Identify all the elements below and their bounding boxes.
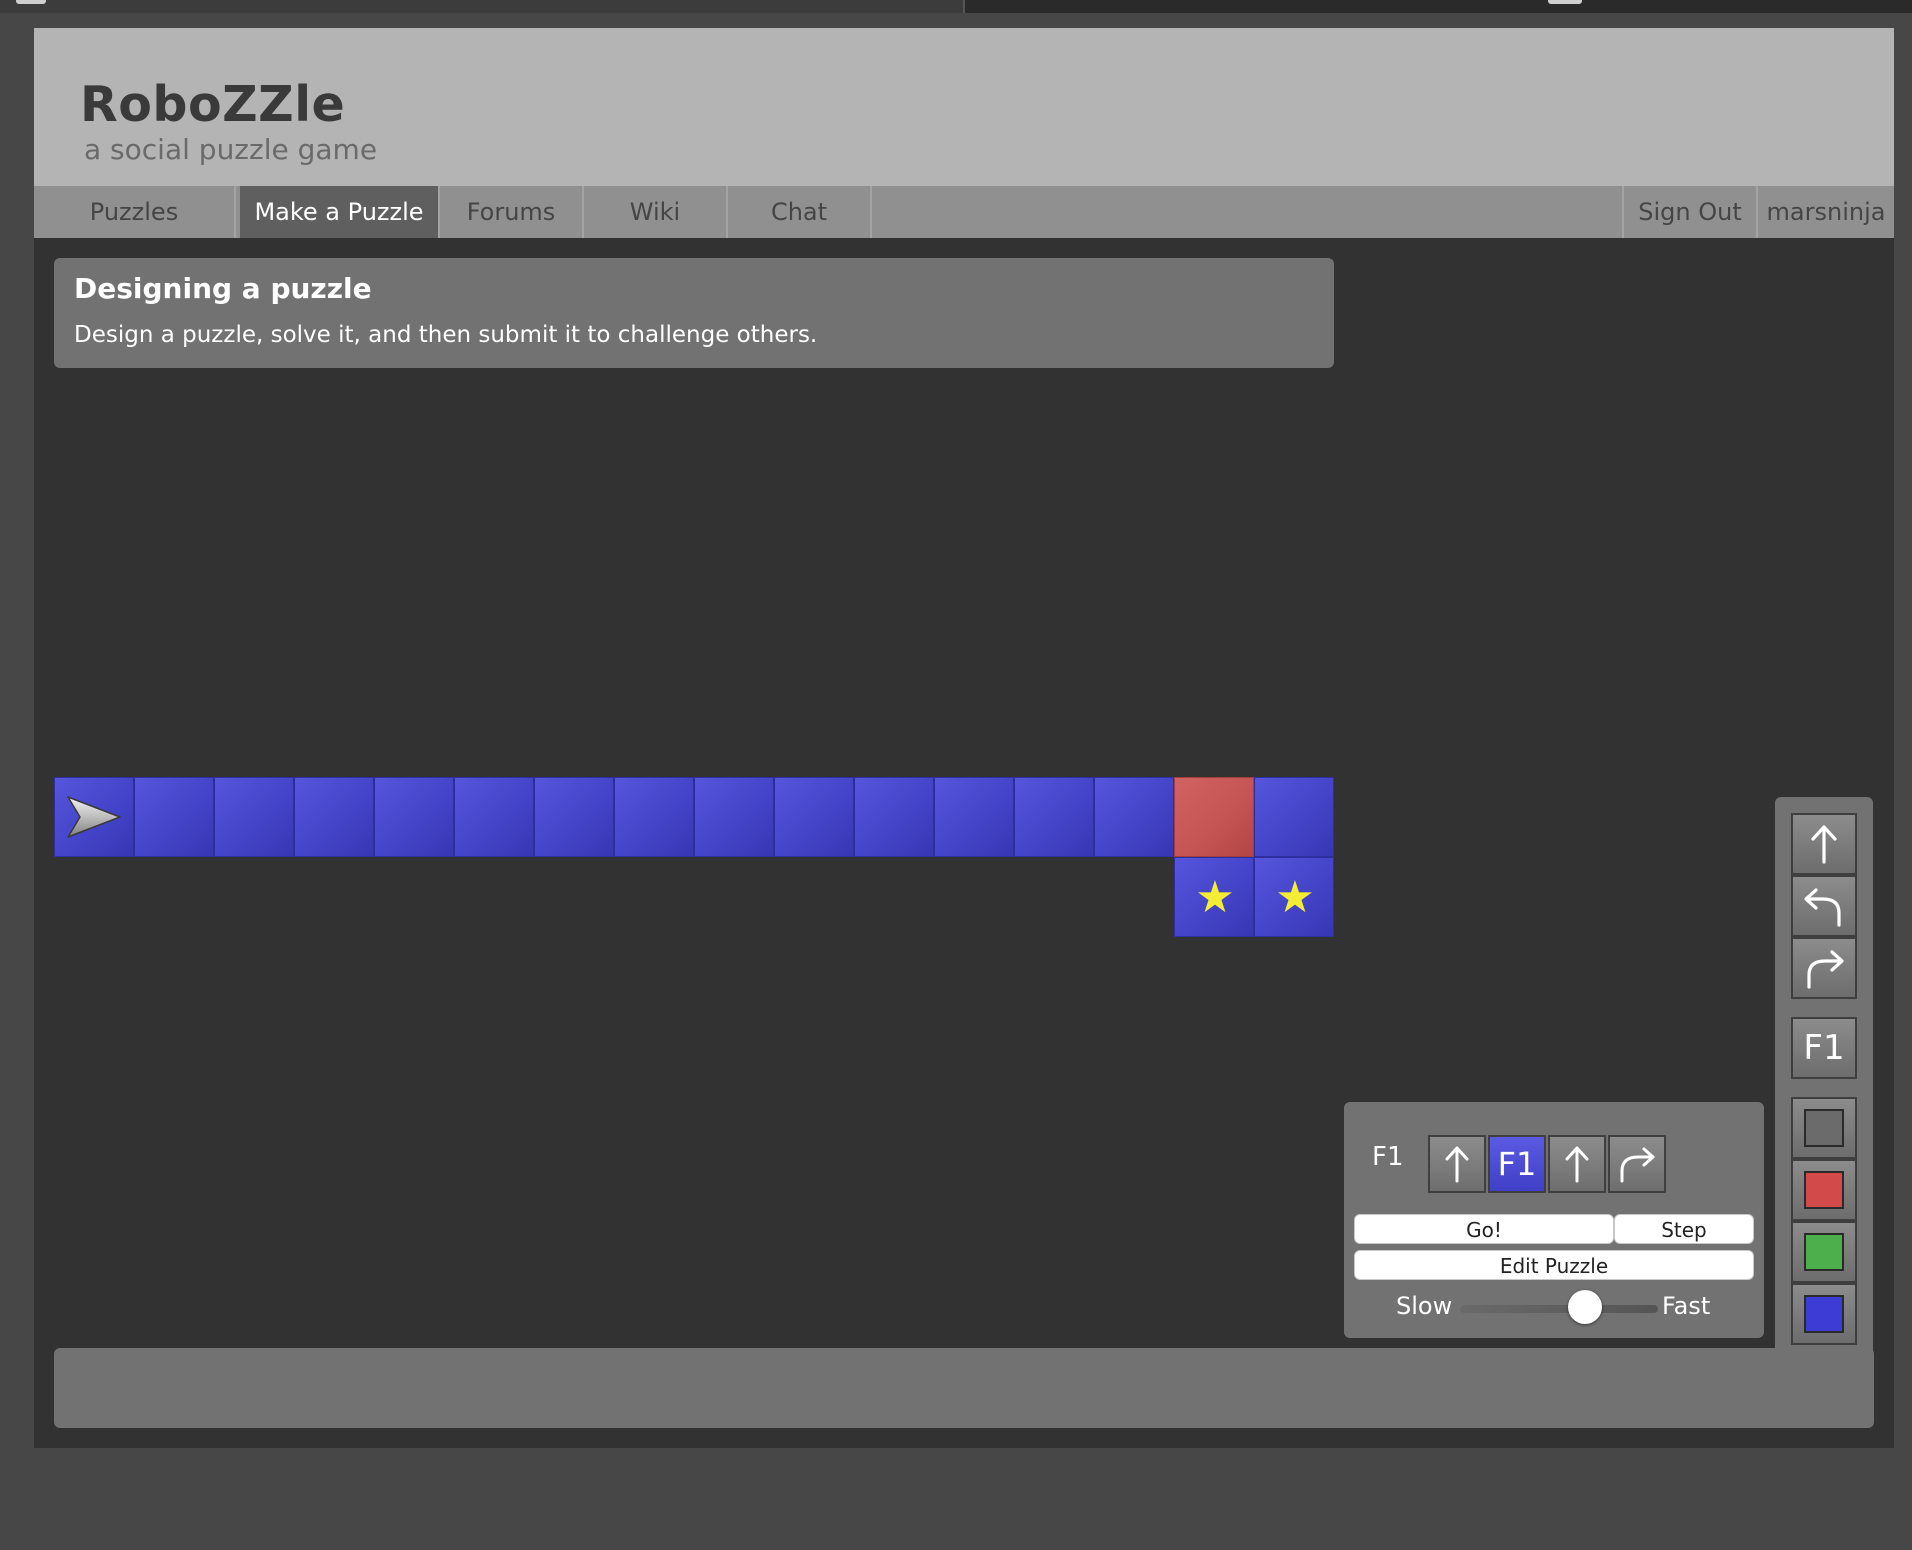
palette-function-f1[interactable]: F1 — [1791, 1017, 1857, 1079]
board-cell[interactable] — [1174, 777, 1254, 857]
tab-chat[interactable]: Chat — [728, 186, 872, 238]
palette-color-green[interactable] — [1791, 1221, 1857, 1283]
board-cell[interactable] — [1254, 777, 1334, 857]
robot-arrow-icon — [67, 796, 121, 838]
function-label: F1 — [1372, 1142, 1404, 1172]
page-container: RoboZZle a social puzzle game Puzzles Ma… — [34, 28, 1894, 1448]
turn-right-icon — [1620, 1147, 1655, 1183]
forward-arrow-icon — [1811, 825, 1837, 864]
board-cell[interactable] — [454, 777, 534, 857]
speed-slider-thumb[interactable] — [1567, 1290, 1602, 1324]
turn-right-icon — [1807, 950, 1844, 989]
board-cell[interactable] — [614, 777, 694, 857]
site-tagline: a social puzzle game — [84, 133, 378, 166]
palette-turn-right[interactable] — [1791, 937, 1857, 999]
board-cell[interactable] — [214, 777, 294, 857]
palette-function-label: F1 — [1803, 1028, 1845, 1068]
program-slot-forward[interactable] — [1428, 1135, 1486, 1193]
info-heading: Designing a puzzle — [74, 272, 372, 305]
forward-arrow-icon — [1445, 1146, 1469, 1183]
star-icon: ★ — [1195, 872, 1235, 923]
board-cell[interactable] — [1094, 777, 1174, 857]
info-panel: Designing a puzzle Design a puzzle, solv… — [54, 258, 1334, 368]
speed-slow-label: Slow — [1396, 1292, 1453, 1320]
program-slots: F1 — [1428, 1135, 1668, 1193]
program-slot-turn-right[interactable] — [1608, 1135, 1666, 1193]
username-link[interactable]: marsninja — [1756, 186, 1894, 238]
board-cell[interactable] — [934, 777, 1014, 857]
main-nav: Puzzles Make a Puzzle Forums Wiki Chat S… — [34, 186, 1894, 238]
speed-fast-label: Fast — [1662, 1292, 1711, 1320]
speed-slider-track[interactable] — [1460, 1305, 1658, 1313]
program-slot-call-f1[interactable]: F1 — [1488, 1135, 1546, 1193]
window-control — [1548, 0, 1582, 4]
browser-tab-strip — [0, 0, 965, 13]
tab-make-a-puzzle[interactable]: Make a Puzzle — [240, 186, 440, 238]
info-description: Design a puzzle, solve it, and then subm… — [74, 322, 818, 348]
tab-forums[interactable]: Forums — [440, 186, 584, 238]
board-cell[interactable] — [694, 777, 774, 857]
board-cell[interactable] — [534, 777, 614, 857]
tab-puzzles[interactable]: Puzzles — [34, 186, 236, 238]
palette-color-red[interactable] — [1791, 1159, 1857, 1221]
forward-arrow-icon — [1565, 1146, 1589, 1183]
site-header: RoboZZle a social puzzle game — [34, 28, 1894, 186]
step-button[interactable]: Step — [1614, 1214, 1754, 1244]
browser-top-strip — [0, 0, 1912, 13]
tab-wiki[interactable]: Wiki — [584, 186, 728, 238]
sign-out-link[interactable]: Sign Out — [1622, 186, 1756, 238]
board-cell[interactable]: ★ — [1254, 857, 1334, 937]
palette-forward[interactable] — [1791, 813, 1857, 875]
red-swatch — [1804, 1171, 1844, 1209]
board-cell[interactable] — [774, 777, 854, 857]
go-button[interactable]: Go! — [1354, 1214, 1614, 1244]
board-cell[interactable] — [374, 777, 454, 857]
turn-left-icon — [1804, 888, 1841, 927]
star-icon: ★ — [1275, 872, 1315, 923]
status-bar — [54, 1348, 1874, 1428]
board-cell[interactable] — [854, 777, 934, 857]
board-cell[interactable] — [1014, 777, 1094, 857]
program-slot-forward[interactable] — [1548, 1135, 1606, 1193]
instruction-palette: F1 — [1775, 797, 1873, 1367]
site-logo[interactable]: RoboZZle — [80, 76, 345, 133]
gray-swatch — [1804, 1109, 1844, 1147]
board-cell[interactable] — [134, 777, 214, 857]
puzzle-board[interactable]: ★ ★ — [54, 777, 1336, 939]
window-control — [16, 0, 46, 4]
palette-turn-left[interactable] — [1791, 875, 1857, 937]
board-cell[interactable] — [294, 777, 374, 857]
palette-color-blue[interactable] — [1791, 1283, 1857, 1345]
palette-color-gray[interactable] — [1791, 1097, 1857, 1159]
blue-swatch — [1804, 1295, 1844, 1333]
edit-puzzle-button[interactable]: Edit Puzzle — [1354, 1250, 1754, 1280]
board-cell[interactable]: ★ — [1174, 857, 1254, 937]
green-swatch — [1804, 1233, 1844, 1271]
